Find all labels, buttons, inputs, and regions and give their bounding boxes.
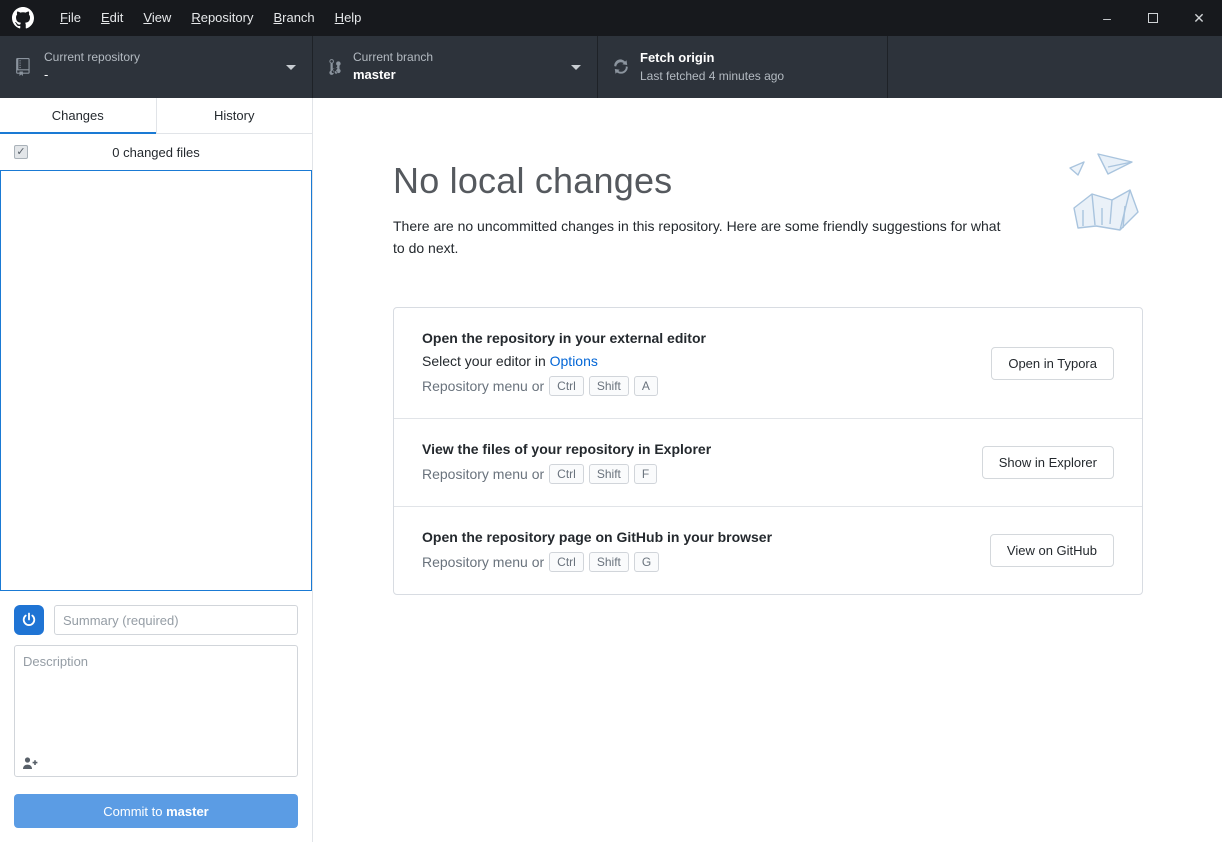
changed-files-row: ✓ 0 changed files [0,134,312,170]
commit-form: Commit to master [0,591,312,842]
menu-repository[interactable]: Repository [181,0,263,36]
menu-help[interactable]: Help [325,0,372,36]
commit-button-branch: master [166,803,209,819]
window-controls: – ✕ [1084,0,1222,36]
repo-icon [16,58,32,76]
suggestion-title: View the files of your repository in Exp… [422,441,712,458]
commit-button-prefix: Commit to [103,803,167,819]
current-branch-label: Current branch [353,49,434,64]
key-shift: Shift [588,464,629,485]
commit-button[interactable]: Commit to master [14,794,298,828]
menu-view[interactable]: View [133,0,181,36]
key-f: F [633,464,658,485]
sidebar: Changes History ✓ 0 changed files Summar… [0,98,313,842]
shortcut-prefix: Repository menu or [422,466,545,483]
titlebar: File Edit View Repository Branch Help – … [0,0,1222,36]
menubar: File Edit View Repository Branch Help [50,0,371,36]
sync-icon [614,58,628,76]
git-branch-icon [329,58,341,76]
key-shift: Shift [588,552,629,573]
tab-history[interactable]: History [155,98,312,133]
view-on-github-button[interactable]: View on GitHub [989,534,1114,568]
github-logo-icon [12,7,34,29]
chevron-down-icon [571,65,581,70]
summary-input[interactable] [54,605,298,635]
key-shift: Shift [588,376,629,397]
current-branch-dropdown[interactable]: Current branch master [313,36,598,98]
suggestion-open-editor: Open the repository in your external edi… [394,308,1142,418]
suggestion-line-prefix: Select your editor in [422,353,550,370]
current-repository-dropdown[interactable]: Current repository - [0,36,313,98]
suggestion-shortcut: Repository menu or Ctrl Shift G [422,552,970,573]
avatar [14,605,44,635]
tab-changes[interactable]: Changes [0,98,156,134]
suggestion-title: Open the repository page on GitHub in yo… [422,529,773,546]
fetch-origin-detail: Last fetched 4 minutes ago [640,68,785,83]
content: Changes History ✓ 0 changed files Summar… [0,98,1222,842]
shortcut-prefix: Repository menu or [422,554,545,571]
shortcut-prefix: Repository menu or [422,378,545,395]
current-branch-value: master [353,67,396,83]
menu-branch[interactable]: Branch [263,0,324,36]
current-repository-value: - [44,67,49,83]
changed-files-list[interactable] [0,170,312,591]
suggestion-show-explorer: View the files of your repository in Exp… [394,418,1142,506]
sidebar-tabs: Changes History [0,98,312,134]
options-link[interactable]: Options [550,353,598,369]
changed-files-count: 0 changed files [112,144,200,160]
key-ctrl: Ctrl [549,376,584,397]
maximize-icon[interactable] [1130,0,1176,36]
suggestions-box: Open the repository in your external edi… [393,307,1143,596]
toolbar: Current repository - Current branch mast… [0,36,1222,98]
suggestion-shortcut: Repository menu or Ctrl Shift A [422,376,971,397]
maximize-glyph [1148,13,1158,23]
page-subtitle: There are no uncommitted changes in this… [393,218,1001,256]
add-coauthor-icon[interactable] [22,756,38,770]
chevron-down-icon [286,65,296,70]
description-input[interactable] [14,645,298,777]
show-in-explorer-button[interactable]: Show in Explorer [981,446,1114,480]
key-ctrl: Ctrl [549,552,584,573]
current-repository-label: Current repository [44,49,141,64]
suggestion-title: Open the repository in your external edi… [422,330,706,347]
key-ctrl: Ctrl [549,464,584,485]
minimize-icon[interactable]: – [1084,0,1130,36]
menu-file[interactable]: File [50,0,91,36]
open-in-editor-button[interactable]: Open in Typora [991,346,1114,380]
fetch-origin-title: Fetch origin [640,49,715,65]
fetch-origin-button[interactable]: Fetch origin Last fetched 4 minutes ago [598,36,888,98]
close-icon[interactable]: ✕ [1176,0,1222,36]
main-panel: No local changes There are no uncommitte… [313,98,1222,842]
no-changes-illustration-icon [1026,150,1146,255]
suggestion-shortcut: Repository menu or Ctrl Shift F [422,464,962,485]
key-a: A [633,376,658,397]
key-g: G [633,552,660,573]
select-all-checkbox[interactable]: ✓ [14,145,28,159]
suggestion-view-github: Open the repository page on GitHub in yo… [394,506,1142,594]
menu-edit[interactable]: Edit [91,0,133,36]
